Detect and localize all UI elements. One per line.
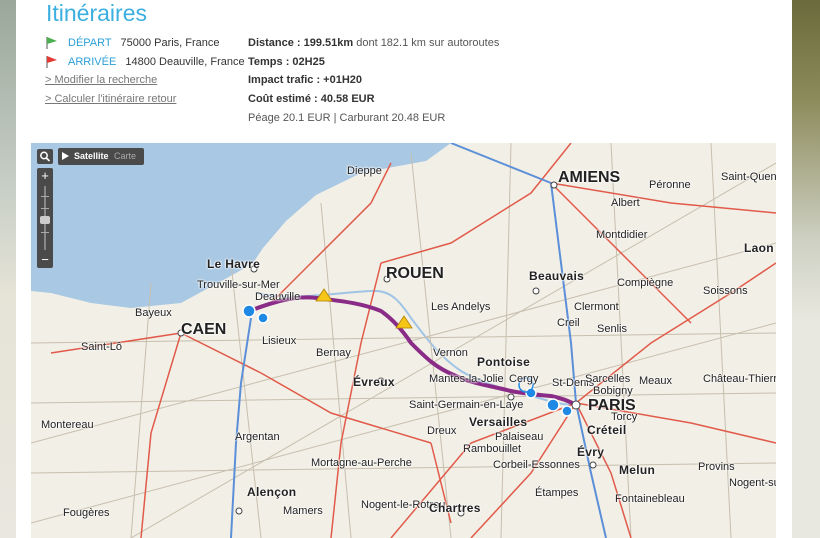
- city-label: Corbeil-Essonnes: [493, 459, 580, 471]
- city-label: CAEN: [181, 321, 227, 338]
- city-label: Alençon: [247, 485, 297, 499]
- city-label: Saint-Germain-en-Laye: [409, 399, 524, 411]
- city-label: Cergy: [509, 373, 539, 385]
- city-label: Bobigny: [593, 385, 633, 397]
- city-label: ROUEN: [386, 265, 444, 282]
- magnifier-icon: [40, 151, 51, 162]
- city-label: Saint-Quentin: [721, 171, 776, 183]
- city-label: AMIENS: [558, 169, 621, 186]
- city-label: Bayeux: [135, 307, 172, 319]
- zoom-in-button[interactable]: +: [37, 168, 53, 184]
- page-title: Itinéraires: [46, 0, 147, 26]
- city-label: Mantes-la-Jolie: [429, 373, 504, 385]
- city-label: Évreux: [353, 375, 395, 389]
- city-label: Senlis: [597, 323, 627, 335]
- city-label: Dieppe: [347, 165, 382, 177]
- city-label: Dreux: [427, 425, 457, 437]
- map-view-toggle: Satellite Carte: [58, 148, 144, 165]
- cost-detail: Péage 20.1 EUR | Carburant 20.48 EUR: [248, 112, 446, 124]
- map-canvas: [31, 143, 776, 538]
- city-label: Nogent-sur-Seine: [729, 477, 776, 489]
- city-label: Sarcelles: [585, 373, 631, 385]
- depart-address: 75000 Paris, France: [120, 37, 220, 49]
- city-label: Melun: [619, 463, 656, 477]
- city-label: Rambouillet: [463, 443, 522, 455]
- city-label: Versailles: [469, 415, 528, 429]
- city-label: Creil: [557, 317, 580, 329]
- city-label: Deauville: [255, 291, 301, 303]
- play-icon: [62, 152, 69, 160]
- city-label: Montereau: [41, 419, 94, 431]
- satellite-button[interactable]: Satellite: [74, 151, 109, 161]
- zoom-tick: [41, 196, 49, 197]
- zoom-control: + −: [37, 168, 53, 268]
- city-label: Fougères: [63, 507, 110, 519]
- zoom-out-button[interactable]: −: [37, 252, 53, 268]
- city-label: Mortagne-au-Perche: [311, 457, 412, 469]
- city-label: Évry: [577, 445, 605, 459]
- zoom-tick: [41, 208, 49, 209]
- city-label: Soissons: [703, 285, 748, 297]
- arrivee-row: ARRIVÉE 14800 Deauville, France: [68, 56, 245, 68]
- distance-detail: dont 182.1 km sur autoroutes: [353, 37, 500, 49]
- map-search-button[interactable]: [37, 149, 53, 164]
- city-label: Laon: [744, 241, 774, 255]
- depart-label: DÉPART: [68, 37, 112, 49]
- zoom-tick: [41, 232, 49, 233]
- depart-row: DÉPART 75000 Paris, France: [68, 37, 220, 49]
- city-label: Albert: [611, 197, 640, 209]
- city-label: Clermont: [574, 301, 619, 313]
- city-label: Trouville-sur-Mer: [197, 279, 280, 291]
- city-label: Créteil: [587, 423, 627, 437]
- background-right-photo: [792, 0, 820, 538]
- green-flag-icon: [46, 37, 57, 49]
- city-label: Chartres: [429, 501, 481, 515]
- zoom-slider-thumb[interactable]: [40, 216, 50, 224]
- city-label: Mamers: [283, 505, 323, 517]
- city-label: Les Andelys: [431, 301, 491, 313]
- city-label: Pontoise: [477, 355, 531, 369]
- arrivee-address: 14800 Deauville, France: [125, 56, 245, 68]
- cost-estimate: Coût estimé : 40.58 EUR: [248, 93, 375, 105]
- red-flag-icon: [46, 56, 57, 68]
- distance-row: Distance : 199.51km dont 182.1 km sur au…: [248, 37, 499, 49]
- city-label: Provins: [698, 461, 735, 473]
- city-label: Vernon: [433, 347, 468, 359]
- background-left-photo: [0, 0, 16, 538]
- city-label: Compiègne: [617, 277, 674, 289]
- city-label: Le Havre: [207, 257, 261, 271]
- city-label: Lisieux: [262, 335, 297, 347]
- city-label: Étampes: [535, 487, 579, 499]
- city-label: Château-Thierry: [703, 373, 776, 385]
- city-label: Argentan: [235, 431, 280, 443]
- city-label: Bernay: [316, 347, 351, 359]
- modify-search-link[interactable]: > Modifier la recherche: [45, 74, 157, 86]
- city-label: Saint-Lô: [81, 341, 122, 353]
- time-value: Temps : 02H25: [248, 56, 325, 68]
- city-label: Palaiseau: [495, 431, 544, 443]
- distance-value: Distance : 199.51km: [248, 37, 354, 49]
- city-label: Meaux: [639, 375, 673, 387]
- carte-button[interactable]: Carte: [114, 151, 136, 161]
- return-route-link[interactable]: > Calculer l'itinéraire retour: [45, 93, 176, 105]
- city-label: Péronne: [649, 179, 691, 191]
- route-map[interactable]: Dieppe AMIENS Saint-Quentin Péronne Albe…: [31, 143, 776, 538]
- city-label: Fontainebleau: [615, 493, 685, 505]
- traffic-impact: Impact trafic : +01H20: [248, 74, 363, 86]
- city-label: Torcy: [611, 411, 638, 423]
- city-label: Beauvais: [529, 269, 585, 283]
- city-label: Montdidier: [596, 229, 648, 241]
- arrivee-label: ARRIVÉE: [68, 56, 117, 68]
